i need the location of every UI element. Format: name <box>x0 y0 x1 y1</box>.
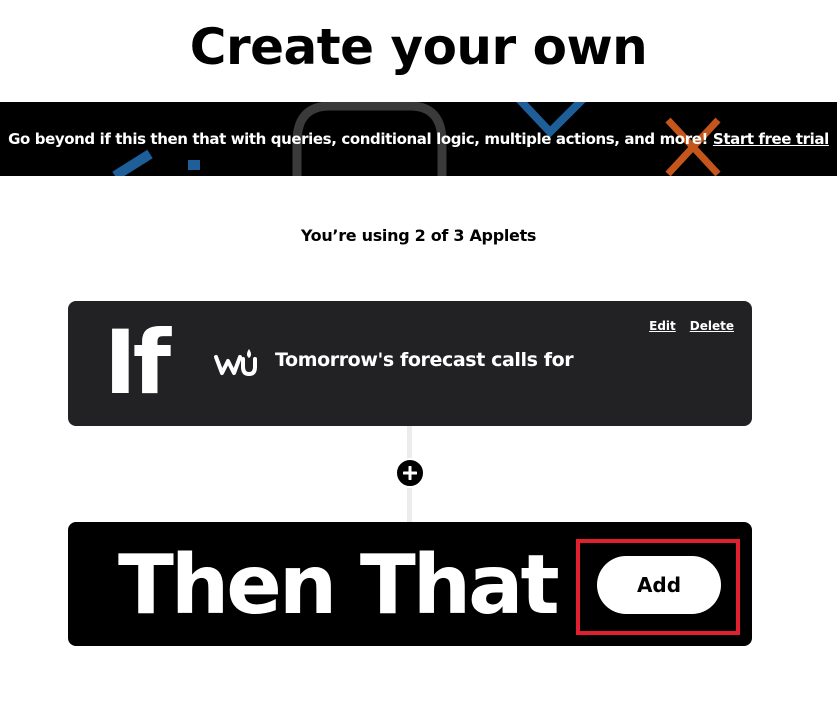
delete-link[interactable]: Delete <box>690 319 734 333</box>
page-title: Create your own <box>189 18 648 76</box>
promo-message: Go beyond if this then that with queries… <box>8 130 708 148</box>
plus-icon <box>403 466 417 480</box>
edit-link[interactable]: Edit <box>649 319 676 333</box>
promo-text: Go beyond if this then that with queries… <box>0 102 837 176</box>
weather-underground-icon <box>214 349 257 377</box>
trigger-description: Tomorrow's forecast calls for <box>275 349 574 371</box>
card-actions: Edit Delete <box>649 319 734 333</box>
if-label: If <box>104 311 171 414</box>
if-trigger-card[interactable]: If Tomorrow's forecast calls for Edit De… <box>68 301 752 426</box>
promo-banner: Go beyond if this then that with queries… <box>0 102 837 176</box>
add-step-button[interactable] <box>395 458 425 488</box>
then-that-label: Then That <box>118 538 560 633</box>
then-that-card: Then That Add <box>68 522 752 646</box>
applet-usage-text: You’re using 2 of 3 Applets <box>300 226 537 245</box>
add-action-button[interactable]: Add <box>597 556 721 614</box>
start-free-trial-link[interactable]: Start free trial <box>713 130 829 148</box>
